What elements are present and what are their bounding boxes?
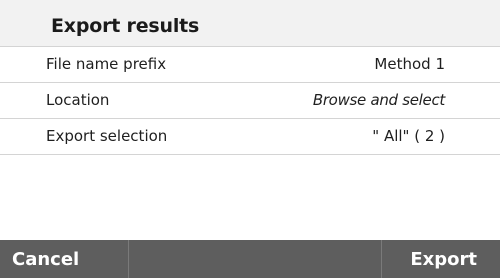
location-value: Browse and select xyxy=(312,91,445,109)
file-name-prefix-label: File name prefix xyxy=(46,55,167,73)
footer-bar: Cancel Export xyxy=(0,240,500,278)
export-selection-row[interactable]: Export selection " All" ( 2 ) xyxy=(0,118,500,153)
location-row[interactable]: Location Browse and select xyxy=(0,82,500,117)
file-name-prefix-row[interactable]: File name prefix Method 1 xyxy=(0,46,500,81)
location-label: Location xyxy=(46,91,110,109)
export-selection-label: Export selection xyxy=(46,127,168,145)
dialog-title: Export results xyxy=(51,15,200,37)
cancel-button[interactable]: Cancel xyxy=(0,240,129,278)
dialog-header: Export results xyxy=(0,0,500,46)
list-divider xyxy=(0,154,500,155)
export-selection-value: " All" ( 2 ) xyxy=(372,127,445,145)
export-button[interactable]: Export xyxy=(381,240,500,278)
file-name-prefix-value: Method 1 xyxy=(374,55,445,73)
